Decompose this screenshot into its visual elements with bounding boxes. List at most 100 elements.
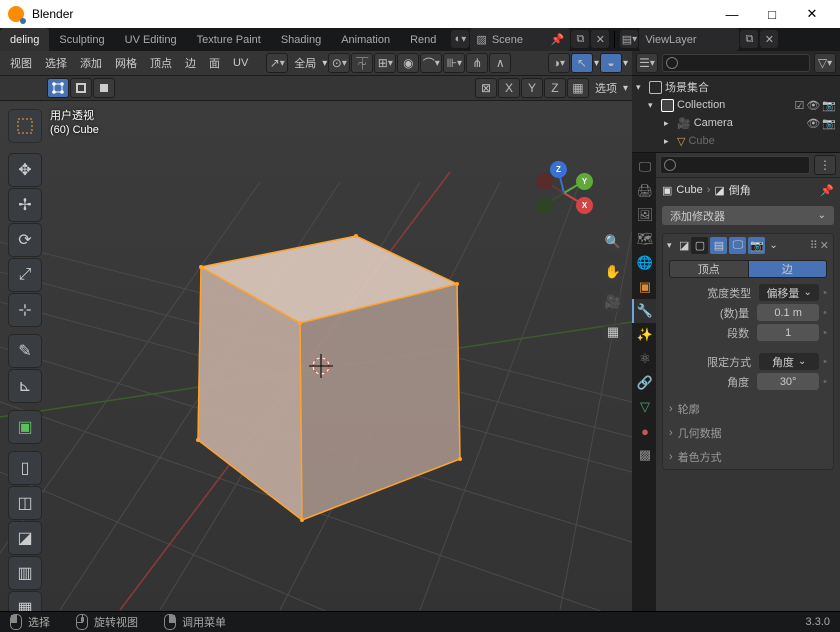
menu-mesh[interactable]: 网格 [109,55,143,71]
ptab-modifier[interactable]: 🔧 [632,299,656,323]
eye-icon[interactable]: 👁 [806,117,820,130]
workspace-tab-modeling[interactable]: deling [0,28,49,51]
outliner-mode-icon[interactable]: ☰▾ [636,53,658,73]
mesh-options-2[interactable]: ∧ [489,53,511,73]
orientation-dropdown[interactable]: ↗▾ [266,53,288,73]
mod-display-render[interactable]: 📷 [748,237,765,254]
ptab-viewlayer[interactable]: 🖼 [632,203,656,227]
editor-type-button[interactable] [8,109,42,143]
mod-display-edit[interactable]: ▤ [710,237,727,254]
tool-extrude[interactable]: ▯ [8,451,42,485]
mod-menu-icon[interactable]: ⠿ [810,239,818,252]
propedit-dropdown[interactable]: ⌒▾ [420,53,442,73]
gizmo-neg-y[interactable] [536,197,553,214]
zoom-button[interactable]: 🔍 [602,231,624,253]
add-layer-button[interactable]: ⧉ [740,30,758,48]
axis-x-btn[interactable]: X [498,78,520,98]
animate-dot-icon[interactable]: • [823,287,827,299]
field-amount[interactable]: 0.1 m [757,304,819,321]
subpanel-geometry[interactable]: ›几何数据 [663,421,833,445]
gizmo-neg-x[interactable] [536,173,553,190]
tool-loopcut[interactable]: ▥ [8,556,42,590]
pan-button[interactable]: ✋ [602,261,624,283]
selectmode-face[interactable] [93,78,115,98]
animate-dot-icon[interactable]: • [823,356,827,368]
axis-y-btn[interactable]: Y [521,78,543,98]
outliner-filter-icon[interactable]: ▽▾ [814,53,836,73]
browse-layer-icon[interactable]: ▤▾ [620,30,638,48]
field-limit[interactable]: 角度⌄ [759,353,819,370]
tool-rotate[interactable]: ⟳ [8,223,42,257]
close-button[interactable]: ✕ [792,0,832,28]
ptab-data[interactable]: ▽ [632,395,656,419]
ptab-physics[interactable]: ⚛ [632,347,656,371]
workspace-tab-shading[interactable]: Shading [271,28,331,51]
outliner-search[interactable] [662,54,810,72]
gizmo-y[interactable]: Y [576,173,593,190]
bc-modifier[interactable]: 倒角 [729,182,751,198]
tree-collection[interactable]: ▾ Collection ☑👁📷 [632,96,840,114]
tool-annotate[interactable]: ✎ [8,334,42,368]
selectmode-vertex[interactable] [47,78,69,98]
animate-dot-icon[interactable]: • [823,327,827,339]
animate-dot-icon[interactable]: • [823,307,827,319]
minimize-button[interactable]: — [712,0,752,28]
visibility-dropdown[interactable]: ◑▾ [548,53,570,73]
eye-icon[interactable]: 👁 [806,99,820,112]
subpanel-profile[interactable]: ›轮廓 [663,397,833,421]
menu-view[interactable]: 视图 [4,55,38,71]
pin-icon[interactable]: 📌 [820,184,834,197]
animate-dot-icon[interactable]: • [823,376,827,388]
ptab-texture[interactable]: ▩ [632,443,656,467]
mod-extras-dropdown[interactable]: ⌄ [769,240,777,251]
disclosure-icon[interactable]: ▸ [664,118,674,129]
bevel-tab-edge[interactable]: 边 [749,260,828,278]
nav-gizmo[interactable]: X Y Z [532,161,596,225]
gizmo-z[interactable]: Z [550,161,567,178]
tool-transform[interactable]: ⊹ [8,293,42,327]
ptab-output[interactable]: 🖨 [632,179,656,203]
tool-knife[interactable]: ▦ [8,591,42,611]
options-label[interactable]: 选项 [590,80,622,96]
snap-toggle[interactable]: ⏇ [351,53,373,73]
tree-scene-collection[interactable]: ▾ 场景集合 [632,78,840,96]
ptab-render[interactable]: 🖵 [632,155,656,179]
copy-scene-button[interactable]: ⧉ [571,30,589,48]
bevel-tab-vertex[interactable]: 顶点 [669,260,749,278]
ptab-particle[interactable]: ✨ [632,323,656,347]
menu-add[interactable]: 添加 [74,55,108,71]
tool-move[interactable]: ✢ [8,188,42,222]
subpanel-shading[interactable]: ›着色方式 [663,445,833,469]
tool-bevel[interactable]: ◪ [8,521,42,555]
overlay-toggle[interactable]: ◒ [600,53,622,73]
propedit-toggle[interactable]: ◉ [397,53,419,73]
properties-options-icon[interactable]: ⋮ [814,155,836,175]
xray-toggle[interactable]: ▦ [567,78,589,98]
menu-uv[interactable]: UV [227,57,254,69]
disclosure-icon[interactable]: ▾ [636,82,646,93]
options-chevron[interactable]: ▾ [623,83,628,94]
orientation-label[interactable]: 全局 [289,55,321,71]
ptab-world[interactable]: 🌐 [632,251,656,275]
camera-icon[interactable]: 📷 [822,117,836,130]
scene-field[interactable]: ▨ Scene 📌 [470,28,570,51]
tree-cube[interactable]: ▸ ▽ Cube [632,132,840,150]
ptab-scene[interactable]: 🗺 [632,227,656,251]
ortho-button[interactable]: ▦ [602,321,624,343]
mod-close-icon[interactable]: ✕ [820,239,829,252]
axis-z-btn[interactable]: Z [544,78,566,98]
workspace-tab-render[interactable]: Rend [400,28,446,51]
mod-display-realtime[interactable]: 🖵 [729,237,746,254]
ptab-material[interactable]: ● [632,419,656,443]
disclosure-icon[interactable]: ▾ [648,100,658,111]
mesh-options-1[interactable]: ⋔ [466,53,488,73]
menu-select[interactable]: 选择 [39,55,73,71]
workspace-tab-uv[interactable]: UV Editing [115,28,187,51]
add-modifier-dropdown[interactable]: 添加修改器 ⌄ [662,206,834,225]
pivot-dropdown[interactable]: ⊙▾ [328,53,350,73]
menu-face[interactable]: 面 [203,55,226,71]
tree-camera[interactable]: ▸ 🎥 Camera 👁📷 [632,114,840,132]
disclosure-icon[interactable]: ▾ [667,240,677,251]
tool-cursor[interactable]: ✥ [8,153,42,187]
tool-add-cube[interactable]: ▣ [8,410,42,444]
